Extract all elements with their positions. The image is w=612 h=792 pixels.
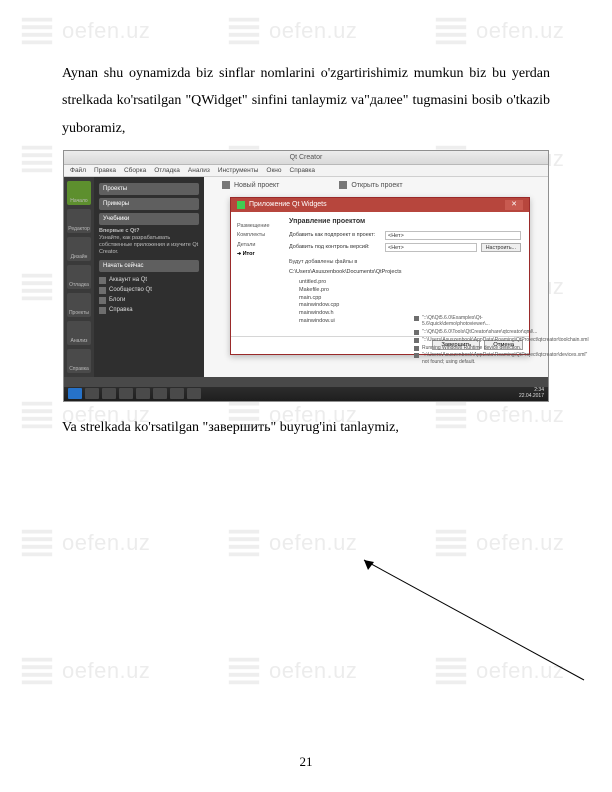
- menu-analyze[interactable]: Анализ: [188, 167, 210, 174]
- wizard-steps: Размещение Комплекты Детали Итог: [231, 212, 289, 336]
- files-path: C:\Users\Asuszenbook\Documents\QtProject…: [289, 269, 521, 277]
- window-titlebar: Qt Creator: [64, 151, 548, 165]
- leftbar-analyze[interactable]: Анализ: [67, 321, 91, 345]
- blurb-text: Узнайте, как разрабатывать собственные п…: [99, 235, 198, 255]
- menu-tools[interactable]: Инструменты: [218, 167, 259, 174]
- paragraph-1: Aynan shu oynamizda biz sinflar nomlarin…: [62, 60, 550, 142]
- paragraph-2: Va strelkada ko'rsatilgan "завершить" bu…: [62, 414, 550, 441]
- link-qt-account[interactable]: Аккаунт на Qt: [99, 275, 199, 285]
- menubar[interactable]: Файл Правка Сборка Отладка Анализ Инстру…: [64, 165, 548, 177]
- link-blogs[interactable]: Блоги: [99, 295, 199, 305]
- log-line: "::\Users\Asuszenbook\AppData\Roaming\Qt…: [414, 337, 542, 344]
- leftbar-editor[interactable]: Редактор: [67, 209, 91, 233]
- subproject-label: Добавить как подпроект в проект:: [289, 232, 381, 238]
- step-kits: Комплекты: [237, 231, 285, 240]
- taskbar-item[interactable]: [102, 388, 116, 399]
- taskbar-item[interactable]: [170, 388, 184, 399]
- step-details: Детали: [237, 241, 285, 250]
- link-help[interactable]: Справка: [99, 305, 199, 315]
- log-line: "::\Qt\Qt5.6.0\Examples\Qt-5.6\quick\dem…: [414, 315, 542, 329]
- annotation-arrow: [354, 550, 594, 690]
- taskbar-item[interactable]: [136, 388, 150, 399]
- step-location: Размещение: [237, 222, 285, 231]
- menu-debug[interactable]: Отладка: [154, 167, 180, 174]
- watermark: oefen.uz: [18, 524, 150, 562]
- main-area: Новый проект Открыть проект Приложение Q…: [204, 177, 548, 387]
- log-line: "::\Users\Asuszenbook\AppData\Roaming\Qt…: [414, 352, 542, 366]
- dialog-titlebar[interactable]: Приложение Qt Widgets ✕: [231, 198, 529, 212]
- link-qt-community[interactable]: Сообщество Qt: [99, 285, 199, 295]
- log-line: Running Windows Runtime device detection…: [414, 345, 542, 352]
- vcs-label: Добавить под контроль версий:: [289, 244, 381, 250]
- leftbar-help[interactable]: Справка: [67, 349, 91, 373]
- file-item: untitled.pro: [289, 279, 521, 287]
- side-panel: Проекты Примеры Учебники Впервые с Qt? У…: [94, 177, 204, 387]
- menu-window[interactable]: Окно: [266, 167, 281, 174]
- clock-date: 22.04.2017: [519, 394, 544, 400]
- file-item: main.cpp: [289, 295, 521, 303]
- blurb-title: Впервые с Qt?: [99, 228, 139, 234]
- vcs-select[interactable]: <Нет>: [385, 243, 477, 252]
- taskbar-item[interactable]: [119, 388, 133, 399]
- menu-build[interactable]: Сборка: [124, 167, 146, 174]
- session-log: "::\Qt\Qt5.6.0\Examples\Qt-5.6\quick\dem…: [414, 315, 542, 367]
- file-item: Makefile.pro: [289, 287, 521, 295]
- menu-help[interactable]: Справка: [290, 167, 316, 174]
- windows-taskbar[interactable]: 2:34 22.04.2017: [64, 387, 548, 401]
- taskbar-item[interactable]: [85, 388, 99, 399]
- examples-button[interactable]: Примеры: [99, 198, 199, 210]
- leftbar: Начало Редактор Дизайн Отладка Проекты А…: [64, 177, 94, 387]
- file-item: mainwindow.cpp: [289, 302, 521, 310]
- leftbar-design[interactable]: Дизайн: [67, 237, 91, 261]
- files-header: Будут добавлены файлы в: [289, 259, 521, 267]
- configure-button[interactable]: Настроить...: [481, 243, 521, 252]
- qt-creator-screenshot: Qt Creator Файл Правка Сборка Отладка Ан…: [63, 150, 549, 402]
- menu-edit[interactable]: Правка: [94, 167, 116, 174]
- menu-file[interactable]: Файл: [70, 167, 86, 174]
- taskbar-item[interactable]: [187, 388, 201, 399]
- close-icon[interactable]: ✕: [505, 200, 523, 210]
- watermark: oefen.uz: [432, 652, 564, 690]
- page-number: 21: [0, 754, 612, 770]
- step-summary: Итог: [237, 250, 285, 259]
- tab-open-project[interactable]: Открыть проект: [339, 181, 402, 189]
- statusbar: [64, 377, 548, 387]
- tutorials-button[interactable]: Учебники: [99, 213, 199, 225]
- watermark: oefen.uz: [18, 652, 150, 690]
- leftbar-projects[interactable]: Проекты: [67, 293, 91, 317]
- log-line: "::\Qt\Qt5.6.0\Tools\QtCreator\share\qtc…: [414, 329, 542, 336]
- taskbar-item[interactable]: [153, 388, 167, 399]
- watermark: oefen.uz: [432, 524, 564, 562]
- subproject-select[interactable]: <Нет>: [385, 231, 521, 240]
- dialog-heading: Управление проектом: [289, 218, 521, 225]
- start-now-button[interactable]: Начать сейчас: [99, 260, 199, 272]
- dialog-title-text: Приложение Qt Widgets: [249, 198, 327, 212]
- watermark: oefen.uz: [225, 652, 357, 690]
- start-button[interactable]: [68, 388, 82, 399]
- watermark: oefen.uz: [225, 524, 357, 562]
- projects-button[interactable]: Проекты: [99, 183, 199, 195]
- leftbar-debug[interactable]: Отладка: [67, 265, 91, 289]
- leftbar-welcome[interactable]: Начало: [67, 181, 91, 205]
- tab-new-project[interactable]: Новый проект: [222, 181, 279, 189]
- taskbar-clock[interactable]: 2:34 22.04.2017: [519, 388, 544, 399]
- qt-icon: [237, 201, 245, 209]
